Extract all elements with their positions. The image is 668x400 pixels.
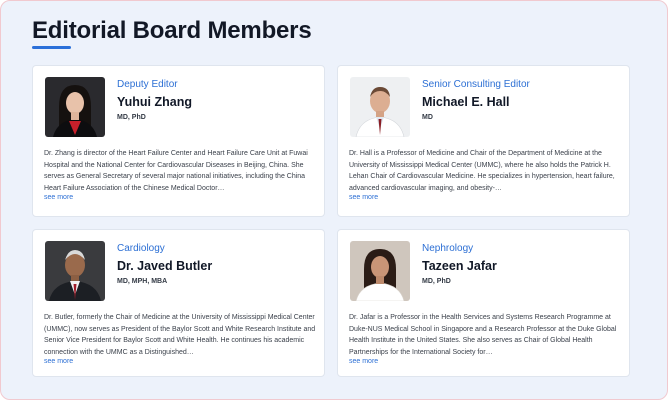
member-name: Michael E. Hall [422, 95, 510, 109]
member-bio: Dr. Hall is a Professor of Medicine and … [349, 150, 615, 192]
member-bio: Dr. Zhang is director of the Heart Failu… [44, 150, 308, 192]
member-role: Senior Consulting Editor [422, 79, 530, 90]
see-more-link[interactable]: see more [349, 194, 378, 201]
editorial-board-section: Editorial Board Members Deputy Editor Yu… [0, 0, 668, 400]
member-card-javed-butler: Cardiology Dr. Javed Butler MD, MPH, MBA… [32, 229, 325, 377]
member-photo [350, 241, 410, 301]
member-bio: Dr. Butler, formerly the Chair of Medici… [44, 314, 316, 356]
member-role: Cardiology [117, 243, 165, 254]
see-more-link[interactable]: see more [44, 194, 73, 201]
member-card-michael-hall: Senior Consulting Editor Michael E. Hall… [337, 65, 630, 217]
member-bio: Dr. Jafar is a Professor in the Health S… [349, 314, 617, 356]
member-role: Deputy Editor [117, 79, 178, 90]
member-name: Tazeen Jafar [422, 259, 497, 273]
member-credentials: MD, PhD [422, 278, 451, 285]
member-credentials: MD [422, 114, 433, 121]
see-more-link[interactable]: see more [349, 358, 378, 365]
member-name: Dr. Javed Butler [117, 259, 213, 273]
member-photo [45, 77, 105, 137]
member-card-yuhui-zhang: Deputy Editor Yuhui Zhang MD, PhD Dr. Zh… [32, 65, 325, 217]
member-card-tazeen-jafar: Nephrology Tazeen Jafar MD, PhD Dr. Jafa… [337, 229, 630, 377]
member-photo [350, 77, 410, 137]
see-more-link[interactable]: see more [44, 358, 73, 365]
member-name: Yuhui Zhang [117, 95, 192, 109]
member-credentials: MD, MPH, MBA [117, 278, 168, 285]
page-title: Editorial Board Members [32, 17, 312, 44]
member-role: Nephrology [422, 243, 474, 254]
member-credentials: MD, PhD [117, 114, 146, 121]
title-underline [32, 46, 71, 49]
member-photo [45, 241, 105, 301]
